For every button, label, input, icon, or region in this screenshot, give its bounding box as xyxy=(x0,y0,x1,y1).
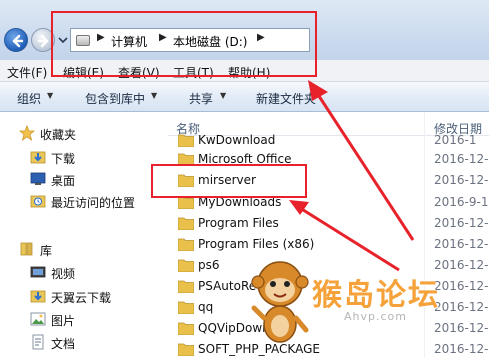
file-name: ps6 xyxy=(198,258,220,272)
nav-item-documents[interactable]: 文档 xyxy=(0,332,168,352)
file-row-psautorecover[interactable]: PSAutoRe 2016-12- xyxy=(168,276,489,297)
file-date: 2016-9-1 xyxy=(434,195,489,209)
nav-libraries-label: 库 xyxy=(40,244,53,258)
file-row-qqvipdownload[interactable]: QQVipDownload 2016-12- xyxy=(168,318,489,339)
new-folder-button[interactable]: 新建文件夹 xyxy=(256,90,316,107)
file-name: PSAutoRe xyxy=(198,279,257,293)
file-row-program-files-x86[interactable]: Program Files (x86) 2016-12- xyxy=(168,234,489,255)
file-date: 2016-12- xyxy=(434,342,489,356)
documents-icon xyxy=(32,334,44,350)
file-name: qq xyxy=(198,300,214,314)
include-in-library-button[interactable]: 包含到库中 xyxy=(85,90,145,107)
chevron-down-icon: ▼ xyxy=(220,91,227,100)
organize-button[interactable]: 组织 xyxy=(17,90,41,107)
folder-icon xyxy=(178,280,194,293)
nav-item-videos[interactable]: 视频 xyxy=(0,262,168,282)
file-date: 2016-12- xyxy=(434,237,489,251)
chevron-down-icon: ▼ xyxy=(151,91,158,100)
file-date: 2016-12- xyxy=(434,216,489,230)
nav-item-downloads[interactable]: 下载 xyxy=(0,147,168,167)
recent-places-icon xyxy=(30,195,46,208)
address-highlight-box xyxy=(51,11,317,77)
desktop-icon xyxy=(30,172,46,185)
video-icon xyxy=(30,266,46,278)
file-row-soft-php-package[interactable]: SOFT_PHP_PACKAGE 2016-12- xyxy=(168,339,489,358)
nav-favorites[interactable]: 收藏夹 xyxy=(0,123,168,143)
star-icon xyxy=(19,125,35,141)
nav-item-label: 下载 xyxy=(51,152,76,166)
share-button[interactable]: 共享 xyxy=(189,90,213,107)
nav-favorites-label: 收藏夹 xyxy=(40,128,77,142)
folder-icon xyxy=(178,134,194,147)
downloads-folder-icon xyxy=(30,151,46,164)
forward-arrow-icon xyxy=(37,34,49,48)
file-row-ps6[interactable]: ps6 2016-12- xyxy=(168,255,489,276)
file-row-qq[interactable]: qq 2016-12- xyxy=(168,297,489,318)
menu-file[interactable]: 文件(F) xyxy=(7,64,47,81)
nav-item-label: 天翼云下载 xyxy=(51,291,112,305)
nav-libraries[interactable]: 库 xyxy=(0,239,168,259)
nav-item-tianyi-cloud[interactable]: 天翼云下载 xyxy=(0,286,168,306)
back-button[interactable] xyxy=(4,28,28,52)
file-name: QQVipDownload xyxy=(198,321,296,335)
nav-item-label: 桌面 xyxy=(51,174,76,188)
file-name: Program Files xyxy=(198,216,279,230)
nav-item-label: 最近访问的位置 xyxy=(51,196,136,210)
nav-item-pictures[interactable]: 图片 xyxy=(0,309,168,329)
folder-icon xyxy=(178,322,194,335)
chevron-down-icon: ▼ xyxy=(47,91,54,100)
folder-icon xyxy=(178,259,194,272)
folder-icon xyxy=(178,217,194,230)
file-date: 2016-12- xyxy=(434,321,489,335)
file-date: 2016-1 xyxy=(434,133,477,147)
file-row-kwdownload[interactable]: KwDownload 2016-1 xyxy=(168,130,489,151)
command-bar: 组织 ▼ 包含到库中 ▼ 共享 ▼ 新建文件夹 xyxy=(0,82,489,112)
file-name: SOFT_PHP_PACKAGE xyxy=(198,342,320,356)
nav-item-recent-places[interactable]: 最近访问的位置 xyxy=(0,191,168,211)
file-date: 2016-12- xyxy=(434,152,489,166)
folder-icon xyxy=(178,343,194,356)
nav-item-label: 图片 xyxy=(51,314,76,328)
file-date: 2016-12- xyxy=(434,279,489,293)
file-date: 2016-12- xyxy=(434,173,489,187)
nav-item-label: 文档 xyxy=(51,337,76,351)
back-arrow-icon xyxy=(12,34,24,48)
file-list-pane: 名称 修改日期 KwDownload 2016-1 Microsoft Offi… xyxy=(168,112,489,358)
library-icon xyxy=(20,242,33,256)
nav-item-label: 视频 xyxy=(51,267,76,281)
pictures-icon xyxy=(30,312,46,326)
folder-icon xyxy=(178,301,194,314)
file-name: KwDownload xyxy=(198,133,276,147)
file-date: 2016-12- xyxy=(434,258,489,272)
file-date: 2016-12- xyxy=(434,300,489,314)
navigation-pane: 收藏夹 下载 桌面 最近访问的位置 库 视频 天翼云下载 图片 文档 xyxy=(0,112,168,358)
nav-item-desktop[interactable]: 桌面 xyxy=(0,169,168,189)
file-row-program-files[interactable]: Program Files 2016-12- xyxy=(168,213,489,234)
mirserver-highlight-box xyxy=(151,164,307,198)
file-name: Program Files (x86) xyxy=(198,237,315,251)
folder-icon xyxy=(178,238,194,251)
cloud-download-folder-icon xyxy=(30,290,46,303)
